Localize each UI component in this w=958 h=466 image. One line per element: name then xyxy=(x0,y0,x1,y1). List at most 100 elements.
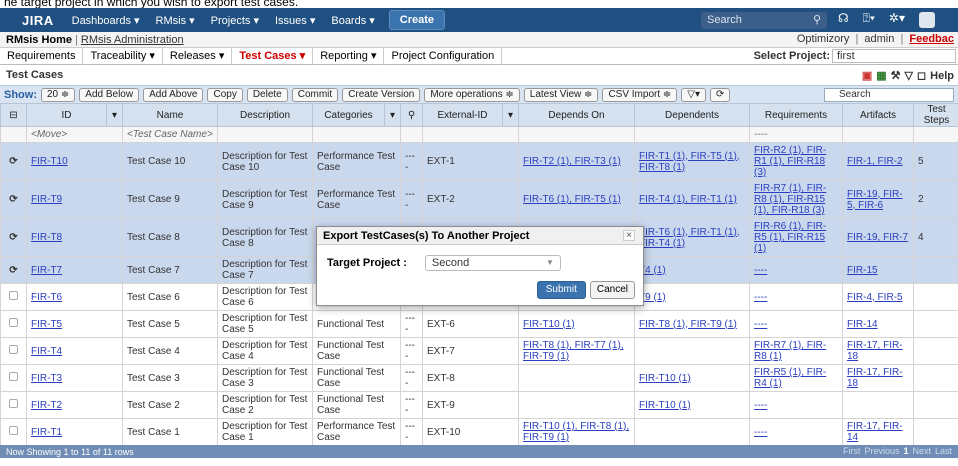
requirements-links[interactable]: ---- xyxy=(754,400,767,411)
csv-import-select[interactable]: CSV Import ≑ xyxy=(602,87,678,102)
add-below-button[interactable]: Add Below xyxy=(79,87,140,102)
add-above-button[interactable]: Add Above xyxy=(143,87,204,102)
nav-issues[interactable]: Issues ▾ xyxy=(267,14,323,27)
requirements-links[interactable]: FIR-R7 (1), FIR-R8 (1) xyxy=(754,340,826,362)
create-button[interactable]: Create xyxy=(388,10,446,30)
table-row[interactable]: ⟳ FIR-T9 Test Case 9 Description for Test C… xyxy=(0,180,958,219)
artifacts-links[interactable]: FIR-19, FIR-5, FIR-6 xyxy=(847,189,903,211)
depends-on-links[interactable]: FIR-T6 (1), FIR-T5 (1) xyxy=(523,194,621,205)
menu-project-configuration[interactable]: Project Configuration xyxy=(384,47,503,65)
requirements-links[interactable]: ---- xyxy=(754,319,767,330)
refresh-icon[interactable]: ⟳ xyxy=(710,87,731,102)
close-icon[interactable]: × xyxy=(623,230,635,241)
artifacts-links[interactable]: FIR-1, FIR-2 xyxy=(847,156,903,167)
submit-button[interactable]: Submit xyxy=(536,281,586,299)
col-id-menu-icon[interactable]: ▾ xyxy=(106,103,123,127)
test-case-id-link[interactable]: FIR-T1 xyxy=(31,427,62,438)
feed-icon[interactable]: ☊ xyxy=(838,11,849,28)
target-project-select[interactable]: Second ▼ xyxy=(424,255,561,271)
select-all-checkbox[interactable]: ⊟ xyxy=(0,103,27,127)
col-name[interactable]: Name xyxy=(122,103,218,127)
optimizory-link[interactable]: Optimizory xyxy=(797,33,850,45)
menu-reporting[interactable]: Reporting ▾ xyxy=(313,47,385,65)
dependents-links[interactable]: FIR-T8 (1), FIR-T9 (1) xyxy=(639,319,737,330)
requirements-links[interactable]: ---- xyxy=(754,292,767,303)
pager-previous[interactable]: Previous xyxy=(864,446,899,456)
col-test-steps[interactable]: Test Steps xyxy=(913,103,958,127)
col-external-id[interactable]: External-ID xyxy=(422,103,503,127)
depends-on-links[interactable]: FIR-T10 (1) xyxy=(523,319,575,330)
test-case-id-link[interactable]: FIR-T7 xyxy=(31,265,62,276)
requirements-links[interactable]: FIR-R7 (1), FIR-R8 (1), FIR-R15 (1), FIR… xyxy=(754,183,826,216)
artifacts-links[interactable]: FIR-14 xyxy=(847,319,878,330)
col-description[interactable]: Description xyxy=(217,103,313,127)
pdf-icon[interactable]: ▣ xyxy=(862,69,872,82)
artifacts-links[interactable]: FIR-4, FIR-5 xyxy=(847,292,903,303)
table-row[interactable]: FIR-T1 Test Case 1 Description for Test Ca… xyxy=(0,418,958,446)
pager-last[interactable]: Last xyxy=(935,446,952,456)
table-search-input[interactable]: Search xyxy=(824,88,954,102)
dependents-links[interactable]: FIR-T10 (1) xyxy=(639,400,691,411)
requirements-links[interactable]: FIR-R5 (1), FIR-R4 (1) xyxy=(754,367,826,389)
gear-icon[interactable]: ✲▾ xyxy=(889,11,905,28)
row-checkbox[interactable] xyxy=(9,372,18,381)
col-dependents[interactable]: Dependents xyxy=(634,103,750,127)
row-checkbox[interactable] xyxy=(9,291,18,300)
copy-button[interactable]: Copy xyxy=(207,87,243,102)
table-row[interactable]: FIR-T5 Test Case 5 Description for Test Ca… xyxy=(0,310,958,338)
test-case-id-link[interactable]: FIR-T4 xyxy=(31,346,62,357)
rmsis-home-link[interactable]: RMsis Home xyxy=(6,34,72,46)
test-case-id-link[interactable]: FIR-T6 xyxy=(31,292,62,303)
test-case-id-link[interactable]: FIR-T9 xyxy=(31,194,62,205)
tools-icon[interactable]: ⚒ xyxy=(891,69,901,82)
depends-on-links[interactable]: FIR-T10 (1), FIR-T8 (1), FIR-T9 (1) xyxy=(523,421,629,443)
sync-icon[interactable]: ⟳ xyxy=(9,194,17,205)
requirements-links[interactable]: FIR-R6 (1), FIR-R5 (1), FIR-R15 (1) xyxy=(754,221,826,254)
menu-requirements[interactable]: Requirements xyxy=(0,47,84,65)
artifacts-links[interactable]: FIR-15 xyxy=(847,265,878,276)
pager-first[interactable]: First xyxy=(843,446,861,456)
test-case-id-link[interactable]: FIR-T2 xyxy=(31,400,62,411)
test-case-id-link[interactable]: FIR-T10 xyxy=(31,156,68,167)
artifacts-links[interactable]: FIR-17, FIR-18 xyxy=(847,340,903,362)
rmsis-admin-link[interactable]: RMsis Administration xyxy=(81,34,184,46)
requirements-links[interactable]: FIR-R2 (1), FIR-R1 (1), FIR-R18 (3) xyxy=(754,145,826,178)
requirements-links[interactable]: ---- xyxy=(754,427,767,438)
test-case-id-link[interactable]: FIR-T8 xyxy=(31,232,62,243)
sync-icon[interactable]: ⟳ xyxy=(9,265,17,276)
artifacts-links[interactable]: FIR-19, FIR-7 xyxy=(847,232,908,243)
table-row[interactable]: FIR-T3 Test Case 3 Description for Test Ca… xyxy=(0,364,958,392)
pager-next[interactable]: Next xyxy=(912,446,931,456)
nav-boards[interactable]: Boards ▾ xyxy=(323,14,382,27)
help-icon[interactable]: ⍰▾ xyxy=(863,11,875,28)
excel-icon[interactable]: ▦ xyxy=(876,69,886,82)
row-checkbox[interactable] xyxy=(9,426,18,435)
help-icon[interactable]: ◻ xyxy=(917,69,926,82)
col-external-id-menu-icon[interactable]: ▾ xyxy=(502,103,519,127)
artifacts-links[interactable]: FIR-17, FIR-18 xyxy=(847,367,903,389)
jira-search-input[interactable]: Search ⚲ xyxy=(701,12,827,29)
col-id[interactable]: ID xyxy=(26,103,107,127)
col-categories[interactable]: Categories xyxy=(312,103,385,127)
delete-button[interactable]: Delete xyxy=(246,87,288,102)
col-depends-on[interactable]: Depends On xyxy=(518,103,635,127)
depends-on-links[interactable]: FIR-T2 (1), FIR-T3 (1) xyxy=(523,156,621,167)
row-checkbox[interactable] xyxy=(9,345,18,354)
create-version-button[interactable]: Create Version xyxy=(342,87,421,102)
menu-traceability[interactable]: Traceability ▾ xyxy=(83,47,163,65)
dependents-links[interactable]: FIR-T10 (1) xyxy=(639,373,691,384)
table-row[interactable]: FIR-T2 Test Case 2 Description for Test Ca… xyxy=(0,391,958,419)
nav-projects[interactable]: Projects ▾ xyxy=(203,14,267,27)
depends-on-links[interactable]: FIR-T8 (1), FIR-T7 (1), FIR-T9 (1) xyxy=(523,340,624,362)
filter-icon[interactable]: ▽ xyxy=(905,69,913,82)
menu-test-cases[interactable]: Test Cases ▾ xyxy=(232,47,314,65)
nav-rmsis[interactable]: RMsis ▾ xyxy=(148,14,203,27)
jira-logo[interactable]: JIRA xyxy=(0,13,64,28)
row-checkbox[interactable] xyxy=(9,399,18,408)
commit-button[interactable]: Commit xyxy=(291,87,339,102)
nav-dashboards[interactable]: Dashboards ▾ xyxy=(64,14,148,27)
more-operations-select[interactable]: More operations ≑ xyxy=(424,87,520,102)
help-link[interactable]: Help xyxy=(930,70,954,82)
test-case-id-link[interactable]: FIR-T3 xyxy=(31,373,62,384)
table-row[interactable]: ⟳ FIR-T10 Test Case 10 Description for Test… xyxy=(0,142,958,181)
